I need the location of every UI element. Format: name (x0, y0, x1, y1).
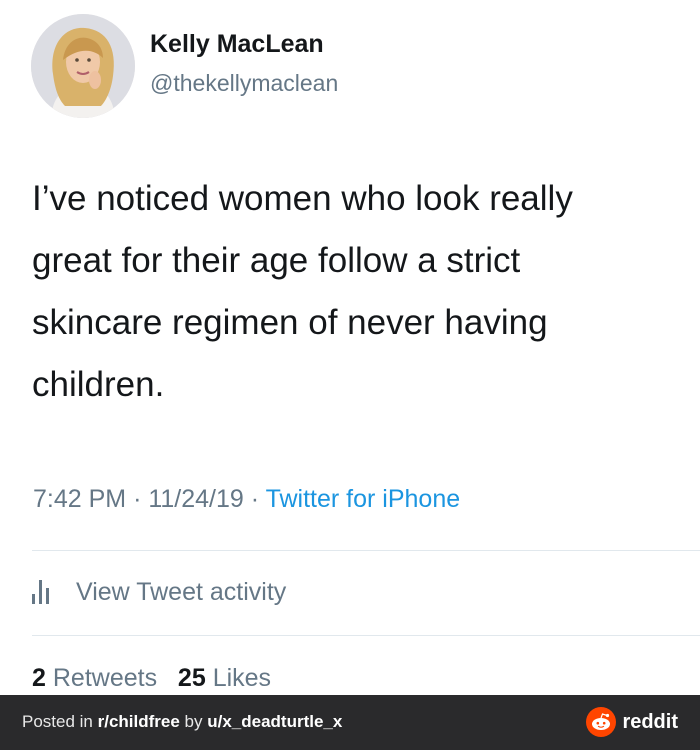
subreddit-link[interactable]: r/childfree (98, 712, 180, 731)
tweet-text-line: children. (32, 365, 165, 404)
user-link[interactable]: u/x_deadturtle_x (207, 712, 342, 731)
posted-prefix: Posted in (22, 712, 98, 731)
tweet-meta: 7:42 PM · 11/24/19 · Twitter for iPhone (33, 485, 460, 514)
tweet-text-line: great for their age follow a strict (32, 241, 521, 280)
posted-in-text: Posted in r/childfree by u/x_deadturtle_… (22, 712, 342, 732)
posted-by-text: by (179, 712, 208, 731)
reddit-attribution-bar: Posted in r/childfree by u/x_deadturtle_… (0, 695, 700, 750)
view-tweet-activity-button[interactable]: View Tweet activity (32, 575, 286, 609)
tweet-text-line: skincare regimen of never having (32, 303, 548, 342)
meta-separator: · (133, 485, 142, 513)
likes-count: 25 (177, 664, 206, 692)
avatar[interactable] (31, 14, 135, 118)
divider (32, 550, 700, 551)
reddit-alien-icon (586, 707, 617, 737)
tweet-time[interactable]: 7:42 PM (33, 485, 126, 513)
author-handle[interactable]: @thekellymaclean (150, 70, 338, 97)
retweets-stat[interactable]: 2 Retweets (32, 664, 157, 692)
tweet-date[interactable]: 11/24/19 (148, 485, 243, 513)
author-name[interactable]: Kelly MacLean (150, 30, 324, 59)
tweet-text: I’ve noticed women who look really great… (32, 168, 682, 416)
tweet-source-link[interactable]: Twitter for iPhone (266, 485, 461, 513)
activity-label: View Tweet activity (76, 577, 287, 606)
reddit-brand[interactable]: reddit (586, 707, 678, 737)
retweets-count: 2 (32, 664, 46, 692)
meta-separator: · (250, 485, 260, 513)
tweet-card: Kelly MacLean @thekellymaclean I’ve noti… (0, 0, 700, 695)
divider (32, 635, 700, 636)
reddit-wordmark: reddit (622, 710, 678, 733)
likes-stat[interactable]: 25 Likes (178, 664, 271, 692)
avatar-portrait-icon (31, 14, 135, 118)
retweets-label: Retweets (52, 664, 158, 692)
tweet-stats: 2 Retweets 25 Likes (32, 664, 271, 693)
tweet-text-line: I’ve noticed women who look really (32, 179, 573, 218)
likes-label: Likes (212, 664, 272, 692)
bar-chart-icon (32, 580, 54, 604)
